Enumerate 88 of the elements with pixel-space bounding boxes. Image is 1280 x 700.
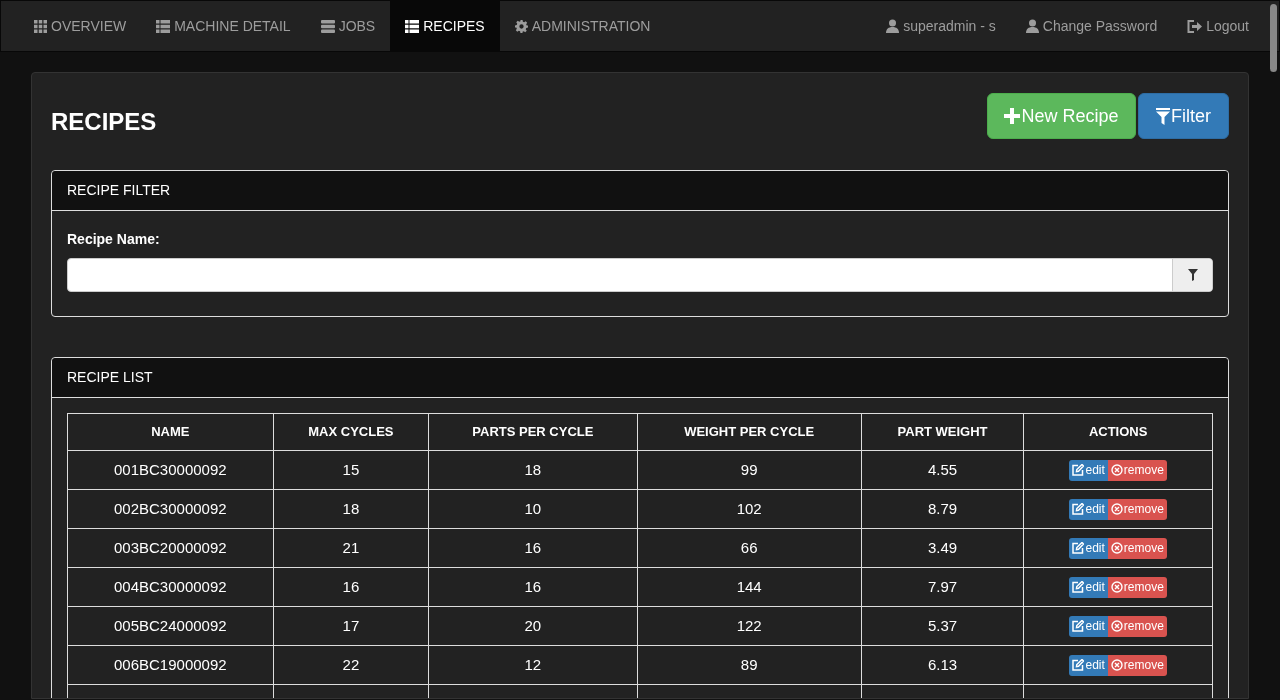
panel-title: RECIPE LIST xyxy=(67,368,153,387)
remove-icon xyxy=(1110,503,1123,515)
grid-icon xyxy=(34,19,47,33)
table-cell: 16 xyxy=(273,567,429,607)
table-cell: 005BC24000092 xyxy=(67,606,274,646)
edit-button[interactable]: edit xyxy=(1069,459,1108,481)
edit-icon xyxy=(1072,503,1085,515)
table-cell: 003BC20000092 xyxy=(67,528,274,568)
edit-icon xyxy=(1072,620,1085,632)
nav-tab[interactable]: JOBS xyxy=(305,1,391,51)
nav-link[interactable]: superadmin - s xyxy=(871,1,1011,51)
table-cell: 17 xyxy=(273,606,429,646)
table-cell: 18 xyxy=(428,450,637,490)
table-cell: 3.49 xyxy=(861,528,1024,568)
nav-link[interactable]: Change Password xyxy=(1010,1,1173,51)
edit-button[interactable]: edit xyxy=(1069,615,1108,637)
nav-link[interactable]: Logout xyxy=(1172,1,1264,51)
page-title: RECIPES xyxy=(51,107,157,137)
table-cell: 001BC30000092 xyxy=(67,450,274,490)
column-header: NAME xyxy=(67,413,274,451)
remove-button[interactable]: remove xyxy=(1107,576,1167,598)
table-cell: 5.37 xyxy=(861,606,1024,646)
remove-button[interactable]: remove xyxy=(1107,654,1167,676)
edit-icon xyxy=(1072,581,1085,593)
user-icon xyxy=(1025,19,1039,33)
table-cell: 89 xyxy=(637,645,862,685)
remove-button[interactable]: remove xyxy=(1107,615,1167,637)
logout-icon xyxy=(1187,19,1203,33)
table-cell: 16 xyxy=(428,567,637,607)
table-cell: 8.79 xyxy=(861,489,1024,529)
column-header: WEIGHT PER CYCLE xyxy=(637,413,862,451)
edit-icon xyxy=(1072,659,1085,671)
table-cell: 102 xyxy=(637,489,862,529)
nav-tab[interactable]: RECIPES xyxy=(390,1,500,51)
edit-button[interactable]: edit xyxy=(1069,498,1108,520)
filter-icon xyxy=(1187,269,1198,281)
remove-button[interactable]: remove xyxy=(1107,459,1167,481)
field-label: Recipe Name: xyxy=(67,230,161,249)
remove-icon xyxy=(1110,581,1123,593)
remove-button[interactable]: remove xyxy=(1107,498,1167,520)
table-cell: 004BC30000092 xyxy=(67,567,274,607)
recipe-name-field[interactable] xyxy=(67,258,1213,292)
table-cell: 16 xyxy=(428,528,637,568)
table-cell: 20 xyxy=(428,606,637,646)
table-cell: 66 xyxy=(637,528,862,568)
column-header: PART WEIGHT xyxy=(861,413,1024,451)
column-header: MAX CYCLES xyxy=(273,413,429,451)
table-cell: 22 xyxy=(273,645,429,685)
remove-icon xyxy=(1110,659,1123,671)
edit-button[interactable]: edit xyxy=(1069,537,1108,559)
list-icon xyxy=(156,19,171,33)
edit-icon xyxy=(1072,464,1085,476)
table-cell: 006BC19000092 xyxy=(67,645,274,685)
panel-title: RECIPE FILTER xyxy=(67,181,171,200)
edit-icon xyxy=(1072,542,1085,554)
table-cell: 21 xyxy=(273,528,429,568)
list-icon xyxy=(405,19,420,33)
column-header: PARTS PER CYCLE xyxy=(428,413,637,451)
settings-icon xyxy=(514,19,528,33)
filter-button[interactable]: Filter xyxy=(1138,93,1229,139)
table-cell: 122 xyxy=(637,606,862,646)
stack-icon xyxy=(320,19,335,33)
table-cell: 144 xyxy=(637,567,862,607)
scrollbar-thumb[interactable] xyxy=(1270,4,1277,72)
remove-button[interactable]: remove xyxy=(1107,537,1167,559)
nav-tab[interactable]: ADMINISTRATION xyxy=(499,1,666,51)
remove-icon xyxy=(1110,542,1123,554)
table-cell: 18 xyxy=(273,489,429,529)
edit-button[interactable]: edit xyxy=(1069,654,1108,676)
new-recipe-button[interactable]: New Recipe xyxy=(987,93,1136,139)
nav-tab[interactable]: OVERVIEW xyxy=(19,1,142,51)
user-icon xyxy=(886,19,900,33)
remove-icon xyxy=(1110,620,1123,632)
filter-icon xyxy=(1156,107,1170,125)
table-cell: 002BC30000092 xyxy=(67,489,274,529)
table-cell: 99 xyxy=(637,450,862,490)
remove-icon xyxy=(1110,464,1123,476)
table-cell: 15 xyxy=(273,450,429,490)
table-cell: 10 xyxy=(428,489,637,529)
column-header: ACTIONS xyxy=(1023,413,1213,451)
edit-button[interactable]: edit xyxy=(1069,576,1108,598)
table-cell: 7.97 xyxy=(861,567,1024,607)
table-cell: 6.13 xyxy=(861,645,1024,685)
filter-button[interactable] xyxy=(1172,259,1212,291)
table-cell: 12 xyxy=(428,645,637,685)
plus-icon xyxy=(1004,108,1021,124)
nav-tab[interactable]: MACHINE DETAIL xyxy=(141,1,306,51)
table-cell: 4.55 xyxy=(861,450,1024,490)
